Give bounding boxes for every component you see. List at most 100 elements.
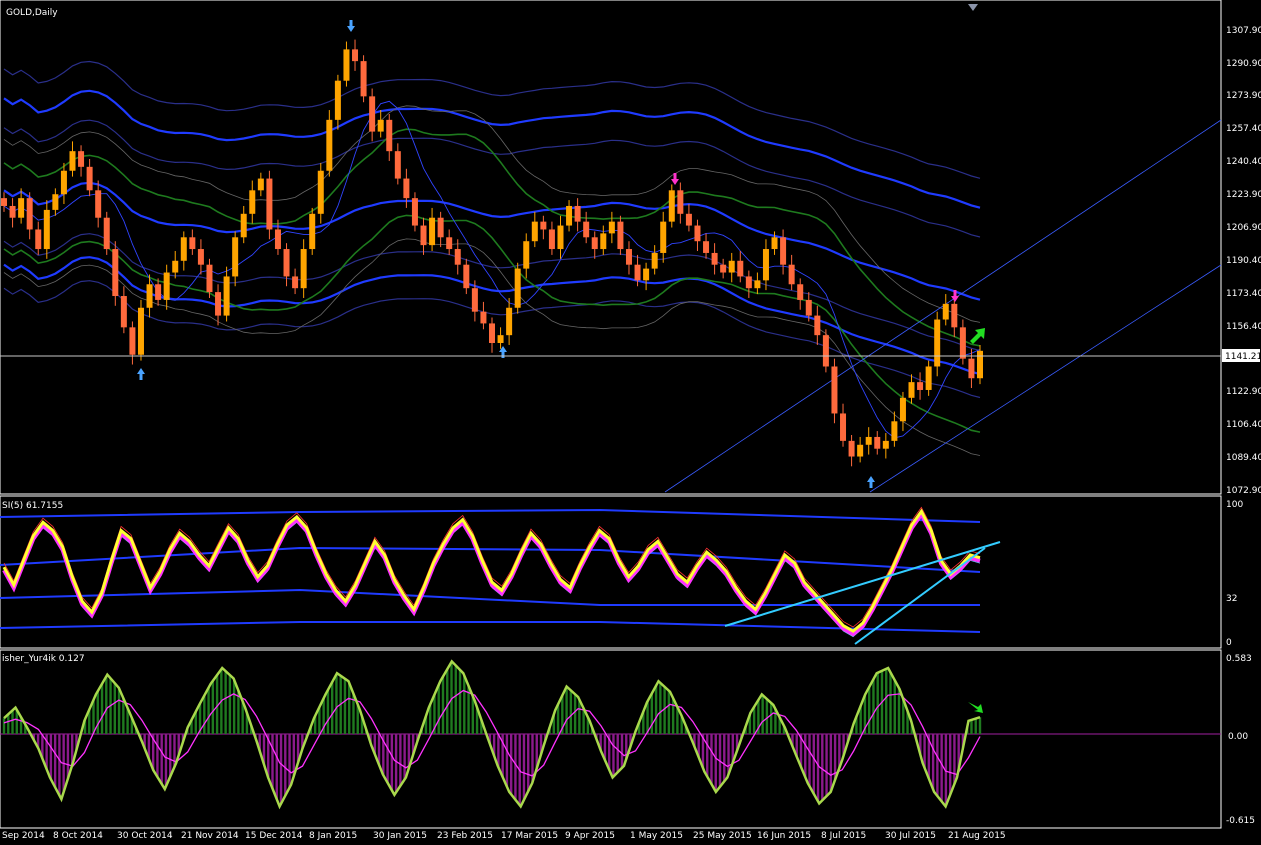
candle-body bbox=[283, 249, 290, 277]
main-y-axis: 1307.90 1290.90 1273.90 1257.40 1240.40 … bbox=[1226, 26, 1261, 496]
fisher-histogram-bar bbox=[403, 734, 406, 780]
x-tick: 21 Nov 2014 bbox=[181, 831, 239, 841]
candle-body bbox=[386, 119, 393, 152]
candle-body bbox=[437, 217, 444, 238]
candle-body bbox=[420, 225, 427, 246]
fisher-histogram-bar bbox=[399, 734, 402, 786]
fisher-histogram-bar bbox=[578, 699, 581, 734]
candle-body bbox=[797, 284, 804, 300]
candle-body bbox=[771, 237, 778, 250]
candle-body bbox=[668, 190, 675, 222]
fisher-histogram-bar bbox=[761, 695, 764, 734]
fisher-histogram-bar bbox=[893, 680, 896, 734]
candle-body bbox=[942, 303, 949, 320]
candle-body bbox=[257, 178, 264, 191]
candle-body bbox=[925, 366, 932, 390]
candle-body bbox=[446, 237, 453, 250]
candle-body bbox=[223, 276, 230, 316]
fisher-histogram-bar bbox=[228, 675, 232, 734]
fisher-histogram-bar bbox=[275, 734, 278, 800]
fisher-histogram-bar bbox=[113, 683, 117, 734]
x-tick: 9 Apr 2015 bbox=[565, 831, 615, 841]
candle-body bbox=[677, 190, 684, 214]
fisher-histogram-bar bbox=[953, 734, 956, 784]
candle-body bbox=[728, 260, 735, 273]
fisher-histogram-bar bbox=[463, 675, 466, 734]
current-price-label: 1141.21 bbox=[1225, 352, 1261, 362]
candle-body bbox=[292, 276, 299, 289]
candle-body bbox=[822, 335, 829, 367]
candle-body bbox=[951, 303, 958, 328]
x-tick: 21 Aug 2015 bbox=[948, 831, 1006, 841]
candle-body bbox=[215, 292, 222, 316]
fisher-y-tick: -0.615 bbox=[1226, 816, 1255, 826]
candle-body bbox=[531, 221, 538, 242]
fisher-histogram-bar bbox=[876, 672, 879, 734]
fisher-histogram-bar bbox=[659, 682, 662, 734]
candle-body bbox=[840, 413, 847, 441]
candle-body bbox=[540, 221, 547, 230]
fisher-histogram-bar bbox=[974, 718, 977, 734]
candle-body bbox=[660, 221, 667, 253]
candle-body bbox=[103, 217, 110, 250]
y-tick: 1122.90 bbox=[1226, 387, 1261, 397]
fisher-histogram-bar bbox=[348, 683, 351, 734]
fisher-histogram-bar bbox=[11, 710, 14, 734]
y-tick: 1089.40 bbox=[1226, 453, 1261, 463]
fisher-histogram-bar bbox=[825, 734, 828, 797]
candle-body bbox=[120, 296, 127, 328]
candle-body bbox=[788, 264, 795, 285]
candle-body bbox=[146, 284, 153, 308]
fisher-histogram-bar bbox=[650, 693, 654, 734]
fisher-histogram-bar bbox=[667, 690, 671, 734]
candle-body bbox=[60, 170, 67, 195]
candle-body bbox=[43, 209, 50, 250]
rsi-title: SI(5) 61.7155 bbox=[2, 501, 63, 511]
candle-body bbox=[497, 335, 504, 343]
x-tick: 16 Jun 2015 bbox=[757, 831, 811, 841]
candle-body bbox=[155, 284, 162, 300]
candle-body bbox=[95, 190, 102, 218]
fisher-histogram-bar bbox=[53, 734, 57, 788]
fisher-histogram-bar bbox=[872, 679, 875, 734]
candle-body bbox=[352, 49, 359, 62]
candle-body bbox=[959, 327, 966, 359]
candle-body bbox=[780, 237, 787, 265]
candle-body bbox=[514, 268, 521, 308]
candle-body bbox=[429, 217, 436, 246]
candle-body bbox=[805, 299, 812, 316]
fisher-y-tick: 0.00 bbox=[1228, 732, 1248, 742]
fisher-histogram-bar bbox=[394, 734, 398, 793]
fisher-histogram-bar bbox=[889, 672, 892, 734]
fisher-y-tick: 0.583 bbox=[1226, 654, 1252, 664]
candle-body bbox=[86, 166, 93, 191]
candle-body bbox=[369, 96, 376, 132]
candle-body bbox=[625, 249, 632, 265]
candle-body bbox=[583, 221, 590, 238]
fisher-histogram-bar bbox=[203, 695, 206, 734]
candle-body bbox=[309, 213, 316, 250]
candle-body bbox=[891, 421, 898, 441]
x-tick: 8 Oct 2014 bbox=[53, 831, 103, 841]
chart-window[interactable]: GOLD,Daily SI(5) 61.7155 isher_Yur4ik 0.… bbox=[0, 0, 1261, 841]
x-tick: 17 Mar 2015 bbox=[501, 831, 558, 841]
candle-body bbox=[968, 358, 975, 379]
candle-body bbox=[172, 260, 179, 273]
fisher-histogram-bar bbox=[565, 686, 568, 734]
rsi-y-tick: 0 bbox=[1226, 638, 1232, 648]
chart-canvas[interactable]: GOLD,Daily SI(5) 61.7155 isher_Yur4ik 0.… bbox=[0, 0, 1261, 841]
candle-body bbox=[163, 272, 170, 300]
fisher-histogram-bar bbox=[122, 698, 125, 734]
fisher-histogram-bar bbox=[446, 669, 449, 734]
candle-body bbox=[651, 252, 658, 269]
x-tick: 30 Oct 2014 bbox=[117, 831, 173, 841]
fisher-histogram-bar bbox=[978, 717, 982, 734]
fisher-histogram-bar bbox=[663, 686, 666, 734]
candle-body bbox=[506, 307, 513, 336]
candle-body bbox=[874, 436, 881, 449]
candle-body bbox=[454, 249, 461, 265]
candle-body bbox=[703, 241, 710, 253]
candle-body bbox=[643, 268, 650, 281]
fisher-histogram-bar bbox=[58, 734, 61, 796]
candle-body bbox=[326, 119, 333, 171]
